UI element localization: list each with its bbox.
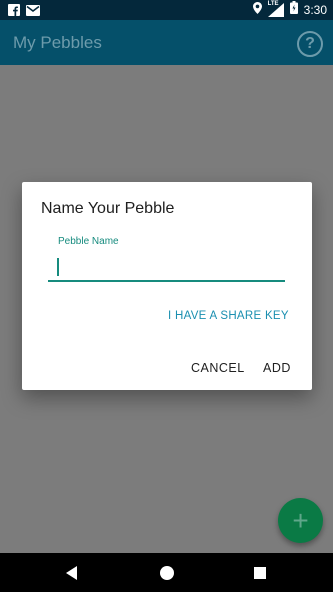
share-key-button[interactable]: I HAVE A SHARE KEY	[168, 310, 289, 322]
signal-icon: LTE	[267, 1, 284, 17]
recents-icon[interactable]	[254, 567, 266, 579]
name-pebble-dialog: Name Your Pebble Pebble Name I HAVE A SH…	[22, 182, 312, 390]
cancel-button[interactable]: CANCEL	[191, 361, 245, 375]
navigation-bar	[0, 553, 333, 592]
network-type-label: LTE	[267, 1, 279, 7]
status-right-icons: LTE 3:30	[252, 1, 327, 19]
app-title: My Pebbles	[13, 33, 102, 52]
plus-icon: +	[292, 505, 309, 536]
status-time: 3:30	[303, 3, 327, 17]
text-cursor	[57, 258, 59, 276]
home-icon[interactable]	[160, 566, 174, 580]
gmail-icon	[26, 3, 40, 21]
facebook-icon	[8, 3, 20, 21]
location-icon	[252, 1, 262, 19]
app-bar: My Pebbles ?	[0, 20, 333, 65]
battery-icon	[289, 1, 298, 19]
help-icon[interactable]: ?	[297, 31, 323, 57]
back-icon[interactable]	[66, 566, 77, 580]
add-button[interactable]: ADD	[263, 361, 291, 375]
status-bar: LTE 3:30	[0, 0, 333, 20]
pebble-name-label: Pebble Name	[58, 236, 119, 247]
status-left-icons	[8, 3, 40, 21]
add-pebble-fab[interactable]: +	[278, 498, 323, 543]
pebble-name-input[interactable]	[48, 252, 285, 282]
dialog-title: Name Your Pebble	[41, 200, 175, 217]
